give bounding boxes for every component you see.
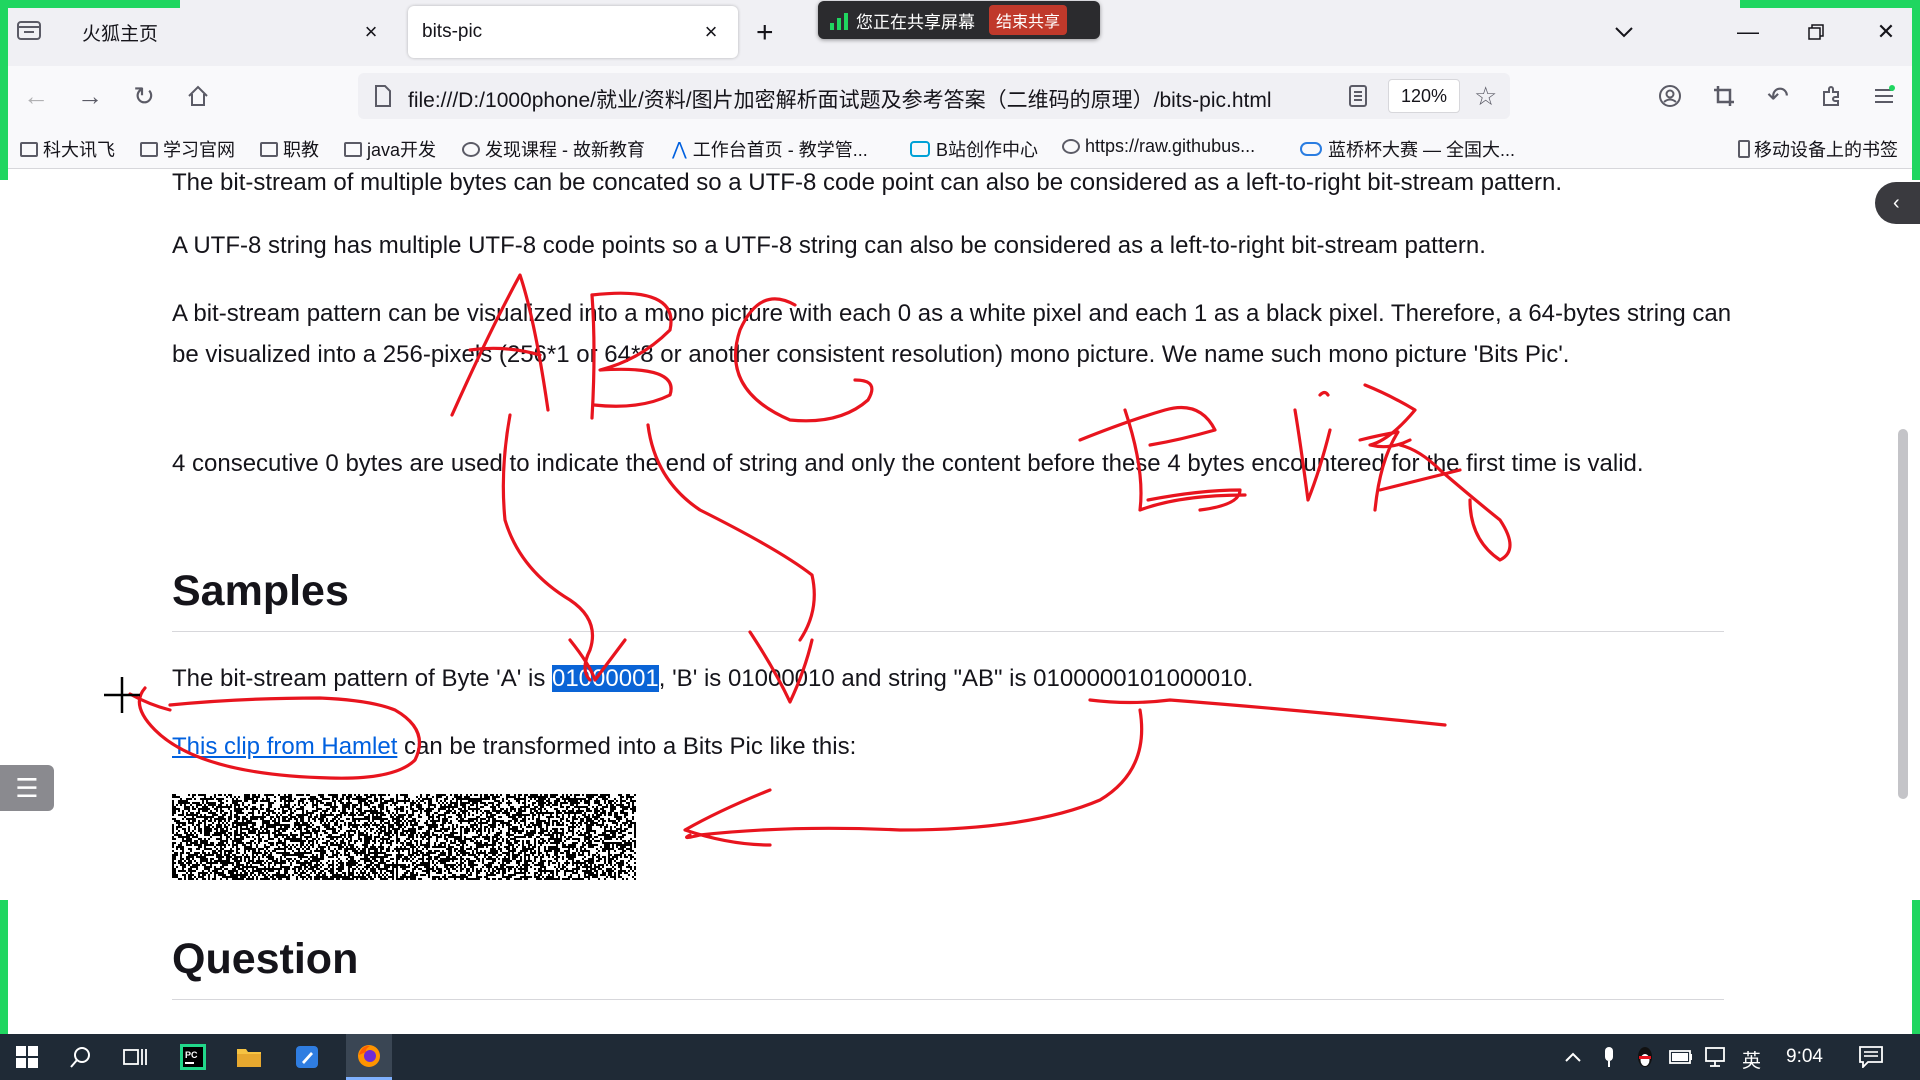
tab-list-icon[interactable] — [16, 18, 42, 42]
crop-screenshot-icon[interactable] — [1704, 76, 1744, 116]
tab-firefox-home[interactable]: 火狐主页 × — [68, 6, 398, 58]
app-icon: ⋀ — [672, 138, 687, 159]
folder-icon — [140, 141, 158, 157]
globe-icon — [1062, 139, 1080, 154]
bookmark-item[interactable]: 职教 — [260, 136, 319, 162]
url-text[interactable]: file:///D:/1000phone/就业/资料/图片加密解析面试题及参考答… — [408, 84, 1272, 114]
bookmark-star-icon[interactable]: ☆ — [1474, 81, 1497, 112]
folder-icon — [260, 141, 278, 157]
zoom-level-button[interactable]: 120% — [1388, 79, 1461, 113]
bookmarks-toolbar: 科大讯飞 学习官网 职教 java开发 发现课程 - 故新教育 ⋀ 工作台首页 -… — [0, 126, 1920, 169]
windows-taskbar: PC 英 9:04 — [0, 1034, 1920, 1080]
lanqiao-icon — [1300, 142, 1322, 156]
notes-app-icon[interactable] — [290, 1040, 324, 1074]
share-status-text: 您正在共享屏幕 — [856, 12, 975, 32]
address-bar[interactable]: file:///D:/1000phone/就业/资料/图片加密解析面试题及参考答… — [358, 73, 1510, 119]
reader-view-icon[interactable] — [1348, 84, 1368, 113]
home-icon[interactable] — [178, 76, 218, 116]
mobile-bookmarks-folder[interactable]: 移动设备上的书签 — [1738, 136, 1898, 162]
share-frame-top-left — [0, 0, 180, 8]
folder-icon — [344, 141, 362, 157]
tab-title: bits-pic — [422, 21, 483, 42]
navigation-toolbar: ← → ↻ file:///D:/1000phone/就业/资料/图片加密解析面… — [0, 66, 1920, 126]
bilibili-icon — [910, 141, 930, 157]
share-frame-left-top — [0, 0, 8, 180]
battery-icon[interactable] — [1664, 1040, 1698, 1074]
bookmark-item[interactable]: 科大讯飞 — [20, 136, 115, 162]
pycharm-icon[interactable]: PC — [176, 1040, 210, 1074]
restore-button[interactable] — [1794, 12, 1838, 52]
page-content: The bit-stream of multiple bytes can be … — [0, 169, 1920, 1034]
notifications-icon[interactable] — [1854, 1040, 1888, 1074]
bookmark-item[interactable]: B站创作中心 — [910, 136, 1038, 162]
qq-penguin-icon[interactable] — [1628, 1040, 1662, 1074]
vertical-scrollbar[interactable] — [1894, 169, 1910, 1034]
bookmark-item[interactable]: 发现课程 - 故新教育 — [462, 136, 645, 162]
search-icon[interactable] — [64, 1040, 98, 1074]
file-explorer-icon[interactable] — [232, 1040, 266, 1074]
network-icon[interactable] — [1700, 1040, 1734, 1074]
screen-share-banner: 您正在共享屏幕 结束共享 — [818, 1, 1100, 39]
svg-text:PC: PC — [185, 1050, 198, 1060]
show-hidden-icons-chevron[interactable] — [1556, 1040, 1590, 1074]
scrollbar-thumb[interactable] — [1898, 429, 1908, 799]
bookmark-item[interactable]: ⋀ 工作台首页 - 教学管... — [672, 136, 868, 162]
mobile-device-icon — [1738, 140, 1750, 158]
extensions-icon[interactable] — [1812, 76, 1852, 116]
undo-arrow-icon[interactable]: ↶ — [1758, 76, 1798, 116]
clock-time[interactable]: 9:04 — [1786, 1046, 1823, 1068]
bookmark-item[interactable]: java开发 — [344, 136, 436, 162]
tab-title: 火狐主页 — [82, 23, 159, 45]
task-view-icon[interactable] — [118, 1040, 152, 1074]
reload-icon[interactable]: ↻ — [124, 76, 164, 116]
share-frame-right-bottom — [1912, 900, 1920, 1034]
close-tab-icon[interactable]: × — [358, 19, 384, 45]
minimize-button[interactable]: — — [1726, 12, 1770, 52]
app-menu-icon[interactable] — [1864, 76, 1904, 116]
close-window-button[interactable]: ✕ — [1864, 12, 1908, 52]
bookmark-item[interactable]: 蓝桥杯大赛 — 全国大... — [1300, 136, 1515, 162]
page-icon — [374, 85, 392, 112]
bookmark-item[interactable]: 学习官网 — [140, 136, 235, 162]
share-frame-right-top — [1912, 0, 1920, 180]
pen-annotations — [128, 273, 1512, 847]
microphone-icon[interactable] — [1592, 1040, 1626, 1074]
table-of-contents-button[interactable]: ☰ — [0, 765, 54, 811]
close-tab-icon[interactable]: × — [698, 19, 724, 45]
globe-icon — [462, 141, 480, 157]
input-method-indicator[interactable]: 英 — [1742, 1046, 1761, 1073]
crosshair-cursor-icon — [104, 677, 140, 713]
stop-sharing-button[interactable]: 结束共享 — [989, 5, 1068, 35]
tab-bits-pic[interactable]: bits-pic × — [408, 6, 738, 58]
account-icon[interactable] — [1650, 76, 1690, 116]
forward-arrow-icon[interactable]: → — [70, 76, 110, 116]
list-all-tabs-icon[interactable] — [1602, 12, 1646, 52]
signal-bars-icon — [830, 10, 848, 30]
windows-start-icon[interactable] — [10, 1040, 44, 1074]
share-frame-top-right — [1740, 0, 1920, 8]
back-arrow-icon[interactable]: ← — [16, 76, 56, 116]
bookmark-item[interactable]: https://raw.githubus... — [1062, 136, 1255, 157]
new-tab-button[interactable]: + — [756, 16, 774, 50]
folder-icon — [20, 141, 38, 157]
firefox-icon[interactable] — [346, 1034, 392, 1080]
share-frame-left-bottom — [0, 900, 8, 1034]
